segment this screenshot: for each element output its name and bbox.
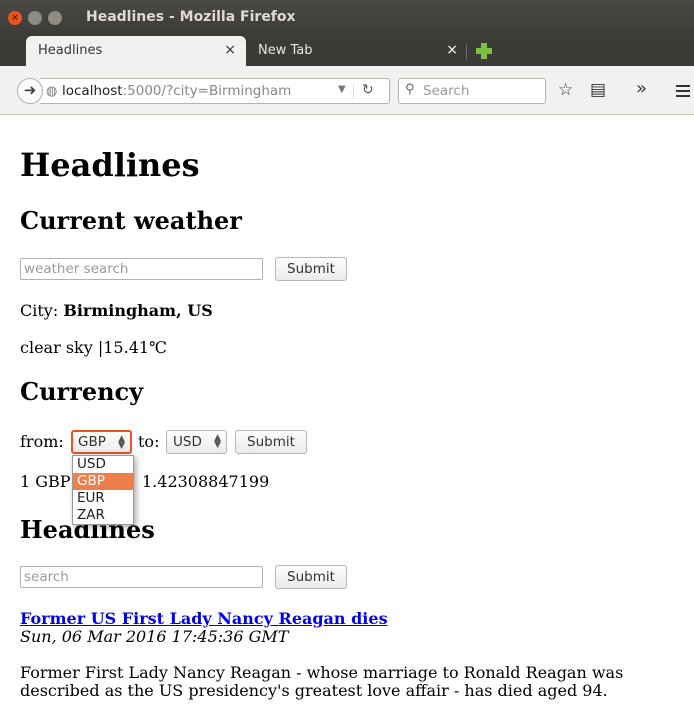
weather-search-input[interactable]: [20, 258, 263, 280]
tab-close-icon[interactable]: ×: [446, 42, 458, 58]
back-arrow-icon: ➜: [23, 81, 37, 99]
article-summary: Former First Lady Nancy Reagan - whose m…: [20, 663, 624, 700]
tab-label: New Tab: [258, 43, 313, 58]
currency-from-select[interactable]: GBP ▲ ▼: [71, 430, 132, 454]
url-history-dropdown-icon[interactable]: ▼: [338, 84, 346, 95]
currency-from-value: GBP: [78, 434, 106, 450]
currency-option-usd[interactable]: USD: [73, 456, 133, 473]
currency-option-eur[interactable]: EUR: [73, 490, 133, 507]
search-icon: ⚲: [405, 82, 415, 97]
reload-icon[interactable]: ↻: [362, 82, 374, 98]
overflow-chevron-icon[interactable]: »: [636, 78, 647, 99]
window-maximize-button[interactable]: [48, 11, 62, 25]
bookmark-star-icon[interactable]: ☆: [558, 80, 573, 100]
currency-submit-button[interactable]: Submit: [235, 430, 307, 454]
url-separator: [353, 84, 354, 100]
weather-description: clear sky |15.41℃: [20, 338, 167, 357]
currency-rate-prefix: 1 GBP: [20, 472, 71, 491]
currency-to-value: USD: [173, 434, 202, 450]
tab-label: Headlines: [38, 43, 103, 58]
currency-option-gbp[interactable]: GBP: [73, 473, 133, 490]
reading-list-icon[interactable]: ▤: [590, 80, 606, 100]
window-minimize-button[interactable]: [28, 11, 42, 25]
weather-submit-button[interactable]: Submit: [275, 257, 347, 281]
select-arrows-icon: ▲ ▼: [214, 433, 221, 450]
tab-new-tab[interactable]: New Tab ×: [246, 36, 468, 66]
headlines-search-input[interactable]: [20, 566, 263, 588]
currency-option-zar[interactable]: ZAR: [73, 507, 133, 524]
city-line: City: Birmingham, US: [20, 301, 213, 320]
article-title-link[interactable]: Former US First Lady Nancy Reagan dies: [20, 609, 388, 628]
search-bar[interactable]: ⚲ Search: [398, 78, 546, 104]
search-placeholder: Search: [423, 83, 470, 99]
city-value: Birmingham, US: [63, 301, 213, 320]
currency-heading: Currency: [20, 377, 144, 406]
currency-rate-value: 1.42308847199: [142, 472, 270, 491]
window-titlebar: × Headlines - Mozilla Firefox: [0, 0, 694, 36]
select-arrows-icon: ▲ ▼: [118, 434, 125, 451]
city-label: City:: [20, 301, 59, 320]
headlines-submit-button[interactable]: Submit: [275, 565, 347, 589]
url-text[interactable]: localhost:5000/?city=Birmingham: [62, 83, 291, 99]
tab-strip: Headlines × New Tab ×: [0, 36, 694, 66]
currency-from-dropdown-list[interactable]: USD GBP EUR ZAR: [72, 455, 134, 525]
new-tab-plus-icon[interactable]: [474, 41, 494, 61]
article-date: Sun, 06 Mar 2016 17:45:36 GMT: [20, 627, 289, 646]
site-info-icon[interactable]: ◍: [46, 84, 57, 99]
currency-to-select[interactable]: USD ▲ ▼: [166, 430, 227, 454]
hamburger-menu-icon[interactable]: [676, 85, 690, 87]
back-button[interactable]: ➜: [17, 78, 43, 104]
page-title: Headlines: [20, 146, 200, 184]
currency-from-label: from:: [20, 432, 64, 451]
url-bar[interactable]: ◍ localhost:5000/?city=Birmingham ▼ ↻: [40, 78, 390, 104]
window-close-button[interactable]: ×: [8, 11, 22, 25]
weather-heading: Current weather: [20, 206, 242, 235]
navigation-toolbar: ◍ localhost:5000/?city=Birmingham ▼ ↻ ➜ …: [0, 66, 694, 115]
window-title: Headlines - Mozilla Firefox: [86, 9, 296, 25]
tab-close-icon[interactable]: ×: [224, 42, 236, 58]
tab-headlines[interactable]: Headlines ×: [26, 36, 246, 66]
currency-to-label: to:: [138, 432, 160, 451]
tab-separator: [466, 44, 467, 60]
